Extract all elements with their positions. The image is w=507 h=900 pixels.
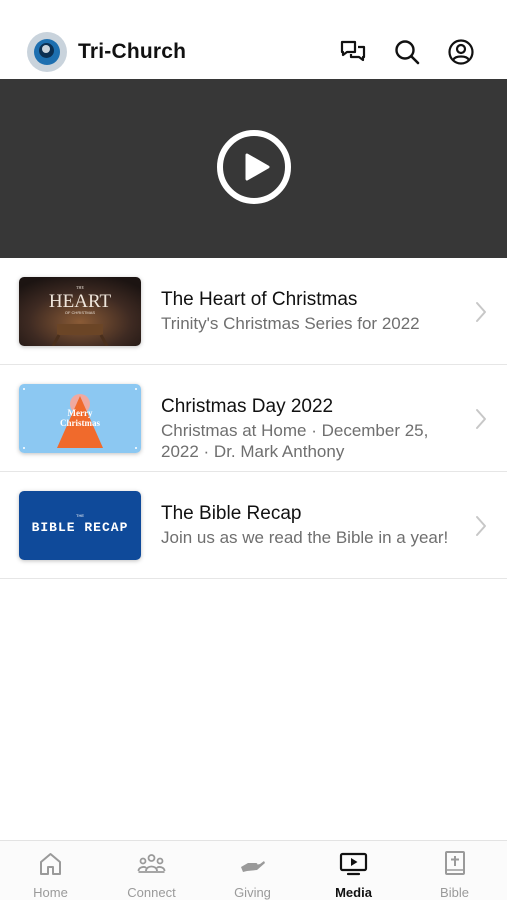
- svg-text:HEART: HEART: [49, 291, 112, 312]
- item-subtitle: Christmas at Home · December 25, 2022 · …: [161, 420, 461, 462]
- tab-label: Bible: [440, 885, 469, 900]
- tab-label: Giving: [234, 885, 271, 900]
- svg-text:Merry: Merry: [68, 408, 93, 418]
- app-header: Tri-Church: [0, 0, 507, 79]
- svg-text:OF CHRISTMAS: OF CHRISTMAS: [65, 310, 96, 315]
- profile-icon[interactable]: [447, 38, 475, 66]
- chat-icon[interactable]: [339, 38, 367, 66]
- svg-text:BIBLE RECAP: BIBLE RECAP: [32, 520, 129, 535]
- tab-media[interactable]: Media: [303, 841, 404, 900]
- tab-label: Home: [33, 885, 68, 900]
- video-player[interactable]: [0, 79, 507, 258]
- list-item[interactable]: THE BIBLE RECAP The Bible Recap Join us …: [0, 472, 507, 579]
- chevron-right-icon: [476, 516, 486, 536]
- list-item[interactable]: Merry Christmas Christmas Day 2022 Chris…: [0, 365, 507, 472]
- app-title: Tri-Church: [78, 40, 187, 63]
- people-icon: [137, 854, 166, 873]
- item-subtitle-line: 2022 · Dr. Mark Anthony: [161, 442, 345, 461]
- list-item[interactable]: THE HEART OF CHRISTMAS The Heart of Chri…: [0, 258, 507, 365]
- item-subtitle: Trinity's Christmas Series for 2022: [161, 314, 420, 333]
- tab-connect[interactable]: Connect: [101, 841, 202, 900]
- svg-text:THE: THE: [76, 285, 84, 290]
- chevron-right-icon: [476, 302, 486, 322]
- bible-icon: [445, 851, 465, 875]
- chevron-right-icon: [476, 409, 486, 429]
- giving-hand-icon: [241, 861, 265, 872]
- thumbnail-christmas-day: Merry Christmas: [19, 384, 141, 453]
- item-title: The Heart of Christmas: [161, 289, 358, 310]
- thumbnail-heart-of-christmas: THE HEART OF CHRISTMAS: [19, 277, 141, 346]
- svg-text:Christmas: Christmas: [60, 418, 100, 428]
- media-tv-icon: [339, 852, 368, 876]
- church-logo: [27, 32, 67, 72]
- svg-text:THE: THE: [76, 513, 84, 518]
- home-icon: [40, 853, 61, 875]
- item-subtitle-line: Christmas at Home · December 25,: [161, 421, 429, 440]
- item-title: Christmas Day 2022: [161, 396, 334, 417]
- search-icon[interactable]: [393, 38, 421, 66]
- tab-bible[interactable]: Bible: [404, 841, 505, 900]
- item-title: The Bible Recap: [161, 503, 302, 524]
- tab-home[interactable]: Home: [0, 841, 101, 900]
- bottom-tab-bar: Home Connect Giving Media Bible: [0, 840, 507, 900]
- tab-giving[interactable]: Giving: [202, 841, 303, 900]
- media-list: THE HEART OF CHRISTMAS The Heart of Chri…: [0, 258, 507, 579]
- tab-label: Media: [335, 885, 372, 900]
- tab-label: Connect: [127, 885, 176, 900]
- play-icon[interactable]: [216, 129, 292, 205]
- item-subtitle: Join us as we read the Bible in a year!: [161, 528, 449, 547]
- thumbnail-bible-recap: THE BIBLE RECAP: [19, 491, 141, 560]
